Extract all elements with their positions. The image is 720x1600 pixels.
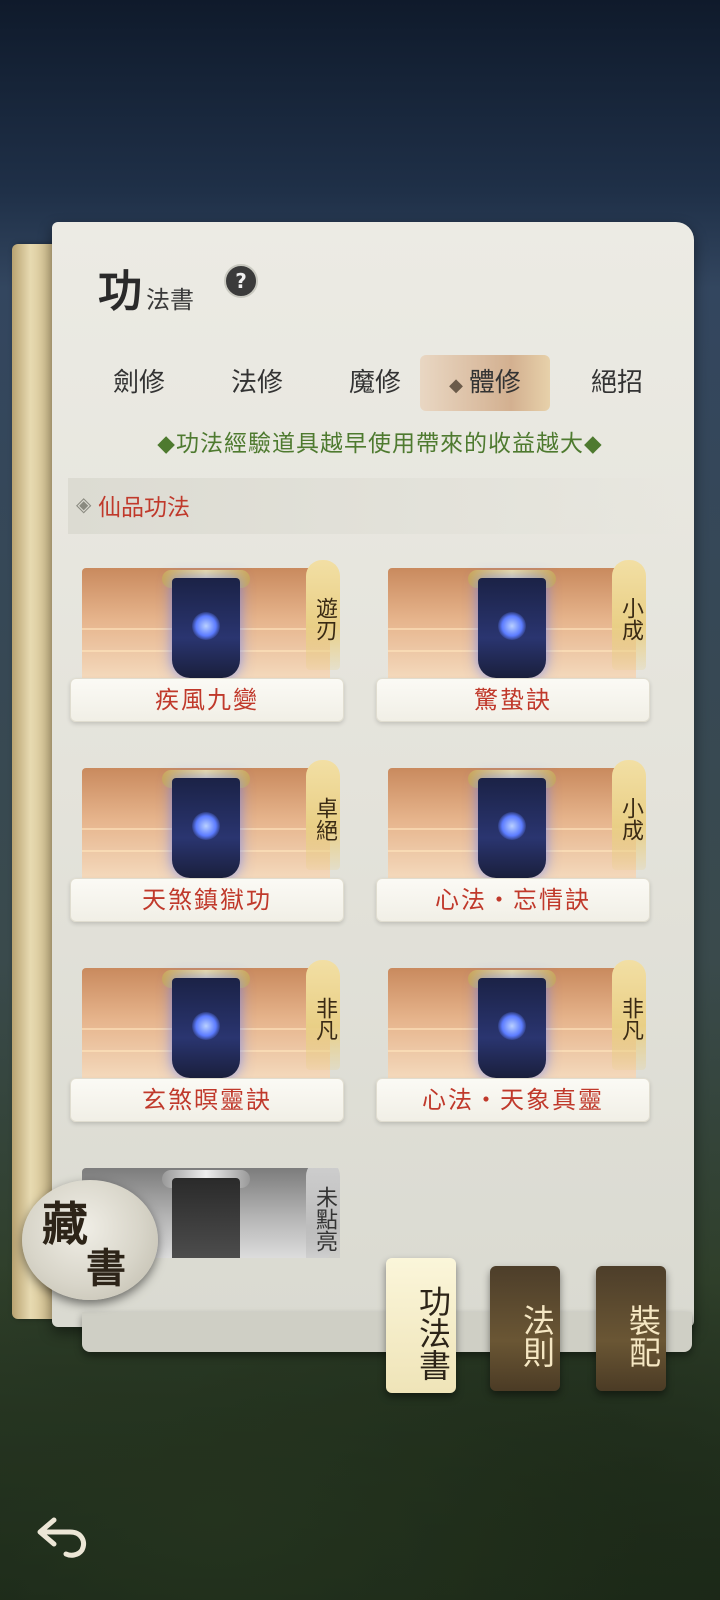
skill-name: 疾風九變 <box>70 678 344 722</box>
back-arrow-icon[interactable] <box>36 1512 92 1558</box>
rune-icon <box>192 812 220 840</box>
tab-ultimate[interactable]: 絕招 <box>562 355 672 411</box>
tab-label: 劍修 <box>112 368 165 398</box>
tab-demon[interactable]: 魔修 <box>320 355 430 411</box>
bookmark-equip[interactable]: 裝配 <box>596 1266 666 1391</box>
page-title: 功 法書 <box>98 255 194 319</box>
rank-badge: 遊刃 <box>306 560 340 670</box>
rune-icon <box>192 612 220 640</box>
section-label: 仙品功法 <box>98 495 190 521</box>
tab-label: 體修 <box>468 368 521 398</box>
tab-sword[interactable]: 劍修 <box>84 355 194 411</box>
skill-name: 心法・天象真靈 <box>376 1078 650 1122</box>
skill-card[interactable]: 小成 驚蛰訣 <box>376 560 650 728</box>
skill-name: 玄煞暝靈訣 <box>70 1078 344 1122</box>
bookmark-rules[interactable]: 法則 <box>490 1266 560 1391</box>
rank-badge: 卓絕 <box>306 760 340 870</box>
diamond-icon: ◈ <box>76 492 92 516</box>
title-small: 法書 <box>146 286 194 314</box>
tab-magic[interactable]: 法修 <box>202 355 312 411</box>
collection-label: 藏 <box>42 1197 88 1251</box>
skill-card[interactable]: 非凡 玄煞暝靈訣 <box>70 960 344 1128</box>
collection-label: 書 <box>86 1245 126 1292</box>
question-mark-icon[interactable]: ? <box>224 264 258 298</box>
rune-icon <box>498 1012 526 1040</box>
rune-icon <box>498 612 526 640</box>
exp-notice: ◆功法經驗道具越早使用帶來的收益越大◆ <box>157 431 603 457</box>
skill-card[interactable]: 卓絕 天煞鎮獄功 <box>70 760 344 928</box>
tab-body[interactable]: ◆ 體修 <box>420 355 550 411</box>
rank-badge: 小成 <box>612 560 646 670</box>
title-big: 功 <box>98 266 142 317</box>
skill-name: 驚蛰訣 <box>376 678 650 722</box>
bookmark-skill-book[interactable]: 功法書 <box>386 1258 456 1393</box>
skill-card[interactable]: 小成 心法・忘情訣 <box>376 760 650 928</box>
category-tabs: 劍修 法修 魔修 ◆ 體修 絕招 <box>72 355 682 413</box>
tab-label: 魔修 <box>348 368 401 398</box>
skill-card[interactable]: 非凡 心法・天象真靈 <box>376 960 650 1128</box>
diamond-icon: ◆ <box>449 375 463 396</box>
rank-badge: 非凡 <box>612 960 646 1070</box>
rank-badge: 小成 <box>612 760 646 870</box>
rune-icon <box>498 812 526 840</box>
rank-badge: 非凡 <box>306 960 340 1070</box>
skill-name: 天煞鎮獄功 <box>70 878 344 922</box>
skill-name: 心法・忘情訣 <box>376 878 650 922</box>
rank-badge: 未點亮 <box>306 1168 340 1258</box>
section-header: ◈ 仙品功法 <box>68 478 678 534</box>
skill-card[interactable]: 遊刃 疾風九變 <box>70 560 344 728</box>
banner-icon <box>172 1178 240 1258</box>
tab-label: 絕招 <box>590 368 643 398</box>
tab-label: 法修 <box>230 368 283 398</box>
rune-icon <box>192 1012 220 1040</box>
